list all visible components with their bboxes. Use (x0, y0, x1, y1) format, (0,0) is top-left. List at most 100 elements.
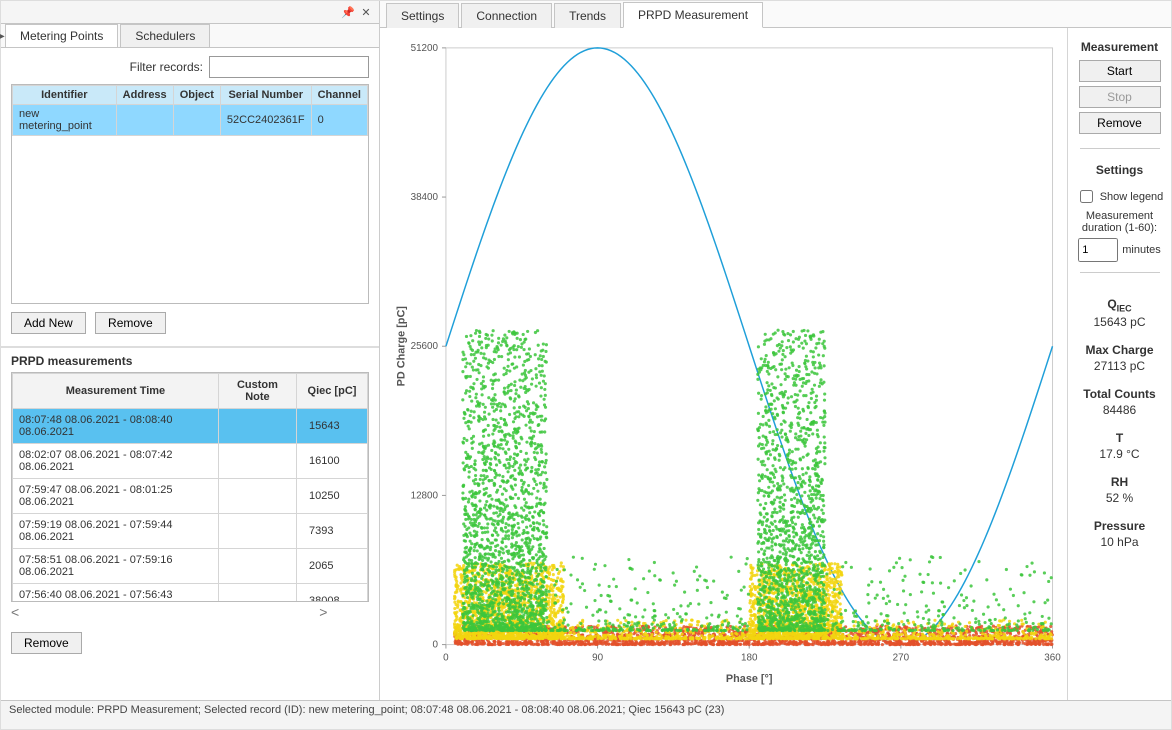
table-cell: 07:58:51 08.06.2021 - 07:59:16 08.06.202… (13, 549, 219, 584)
top-tabs: Settings Connection Trends PRPD Measurem… (380, 1, 1171, 28)
remove-meas-button[interactable]: Remove (11, 632, 82, 654)
table-cell: 52CC2402361F (220, 105, 311, 136)
table-header[interactable]: Identifier (13, 86, 117, 105)
table-cell (218, 409, 296, 444)
table-cell: 10250 (296, 479, 367, 514)
table-cell (116, 105, 173, 136)
right-panel: Settings Connection Trends PRPD Measurem… (380, 1, 1171, 700)
right-sidebar: Measurement Start Stop Remove Settings S… (1067, 28, 1171, 700)
table-cell: new metering_point (13, 105, 117, 136)
svg-text:90: 90 (592, 652, 603, 663)
table-row[interactable]: 07:59:47 08.06.2021 - 08:01:25 08.06.202… (13, 479, 368, 514)
maxcharge-value: 27113 pC (1094, 359, 1145, 373)
table-cell: 7393 (296, 514, 367, 549)
svg-text:25600: 25600 (411, 341, 439, 352)
filter-label: Filter records: (130, 60, 203, 74)
temp-label: T (1116, 431, 1123, 445)
svg-text:0: 0 (433, 640, 439, 651)
counts-label: Total Counts (1083, 387, 1155, 401)
duration-unit: minutes (1122, 244, 1161, 256)
metering-points-table: IdentifierAddressObjectSerial NumberChan… (12, 85, 368, 136)
table-header[interactable]: Address (116, 86, 173, 105)
table-cell (218, 444, 296, 479)
table-row[interactable]: 07:59:19 08.06.2021 - 07:59:44 08.06.202… (13, 514, 368, 549)
table-header[interactable]: Custom Note (218, 374, 296, 409)
prpd-chart[interactable]: 0 12800 25600 38400 51200 0 90 180 270 360 PD Char… (390, 38, 1063, 690)
qiec-label: QIEC (1107, 297, 1131, 313)
table-row[interactable]: 07:56:40 08.06.2021 - 07:56:43 08.06.202… (13, 584, 368, 602)
maxcharge-label: Max Charge (1085, 343, 1153, 357)
table-cell (218, 479, 296, 514)
duration-input[interactable] (1078, 238, 1118, 262)
tab-schedulers[interactable]: Schedulers (120, 24, 210, 47)
table-cell (173, 105, 220, 136)
settings-group-title: Settings (1096, 163, 1143, 177)
measurement-group-title: Measurement (1081, 40, 1158, 54)
show-legend-checkbox[interactable] (1080, 190, 1093, 203)
expand-arrow-icon[interactable]: ▶ (0, 31, 5, 42)
tab-trends[interactable]: Trends (554, 3, 621, 28)
duration-label-1: Measurement (1086, 210, 1153, 222)
filter-row: Filter records: (1, 48, 379, 84)
qiec-value: 15643 pC (1093, 315, 1145, 329)
table-cell (218, 514, 296, 549)
table-row[interactable]: new metering_point 52CC2402361F0 (13, 105, 368, 136)
table-header[interactable]: Qiec [pC] (296, 374, 367, 409)
pin-icon[interactable]: 📌 (341, 5, 355, 19)
start-button[interactable]: Start (1079, 60, 1161, 82)
svg-text:180: 180 (741, 652, 758, 663)
tab-prpd[interactable]: PRPD Measurement (623, 2, 763, 28)
table-cell: 07:59:19 08.06.2021 - 07:59:44 08.06.202… (13, 514, 219, 549)
pressure-label: Pressure (1094, 519, 1145, 533)
table-header[interactable]: Channel (311, 86, 367, 105)
left-panel: 📌 ✕ ▶ Metering Points Schedulers Filter … (1, 1, 380, 700)
filter-input[interactable] (209, 56, 369, 78)
counts-value: 84486 (1103, 403, 1136, 417)
table-header[interactable]: Measurement Time (13, 374, 219, 409)
left-tabs: ▶ Metering Points Schedulers (1, 24, 379, 48)
table-cell: 0 (311, 105, 367, 136)
stop-button[interactable]: Stop (1079, 86, 1161, 108)
table-cell: 38008 (296, 584, 367, 602)
metering-points-table-wrap: IdentifierAddressObjectSerial NumberChan… (11, 84, 369, 304)
table-cell (218, 584, 296, 602)
remove-button[interactable]: Remove (1079, 112, 1161, 134)
tab-settings[interactable]: Settings (386, 3, 459, 28)
svg-text:0: 0 (443, 652, 449, 663)
table-cell: 08:07:48 08.06.2021 - 08:08:40 08.06.202… (13, 409, 219, 444)
rh-value: 52 % (1106, 491, 1133, 505)
show-legend-row[interactable]: Show legend (1076, 187, 1164, 206)
tab-connection[interactable]: Connection (461, 3, 552, 28)
table-header[interactable]: Serial Number (220, 86, 311, 105)
svg-text:360: 360 (1044, 652, 1061, 663)
svg-text:270: 270 (893, 652, 910, 663)
remove-mp-button[interactable]: Remove (95, 312, 166, 334)
temp-value: 17.9 °C (1099, 447, 1139, 461)
svg-text:PD Charge [pC]: PD Charge [pC] (395, 306, 407, 386)
hscroll[interactable]: <> (1, 602, 379, 624)
svg-text:51200: 51200 (411, 43, 439, 54)
table-row[interactable]: 07:58:51 08.06.2021 - 07:59:16 08.06.202… (13, 549, 368, 584)
table-row[interactable]: 08:07:48 08.06.2021 - 08:08:40 08.06.202… (13, 409, 368, 444)
measurements-table-wrap: Measurement TimeCustom NoteQiec [pC] 08:… (11, 372, 369, 602)
chart-area: 0 12800 25600 38400 51200 0 90 180 270 360 PD Char… (380, 28, 1067, 700)
table-cell: 15643 (296, 409, 367, 444)
table-header[interactable]: Object (173, 86, 220, 105)
table-cell: 07:59:47 08.06.2021 - 08:01:25 08.06.202… (13, 479, 219, 514)
table-row[interactable]: 08:02:07 08.06.2021 - 08:07:42 08.06.202… (13, 444, 368, 479)
panel-toolbar: 📌 ✕ (1, 1, 379, 24)
status-bar: Selected module: PRPD Measurement; Selec… (1, 700, 1171, 729)
svg-text:12800: 12800 (411, 490, 439, 501)
prpd-section-header: PRPD measurements (1, 346, 379, 372)
table-cell: 08:02:07 08.06.2021 - 08:07:42 08.06.202… (13, 444, 219, 479)
add-new-button[interactable]: Add New (11, 312, 86, 334)
duration-label-2: duration (1-60): (1082, 222, 1157, 234)
table-cell: 2065 (296, 549, 367, 584)
tab-metering-points[interactable]: Metering Points (5, 24, 118, 47)
show-legend-label: Show legend (1100, 191, 1164, 203)
svg-text:Phase [°]: Phase [°] (726, 673, 773, 685)
svg-text:38400: 38400 (411, 192, 439, 203)
pressure-value: 10 hPa (1100, 535, 1138, 549)
measurements-table: Measurement TimeCustom NoteQiec [pC] 08:… (12, 373, 368, 601)
close-icon[interactable]: ✕ (359, 5, 373, 19)
